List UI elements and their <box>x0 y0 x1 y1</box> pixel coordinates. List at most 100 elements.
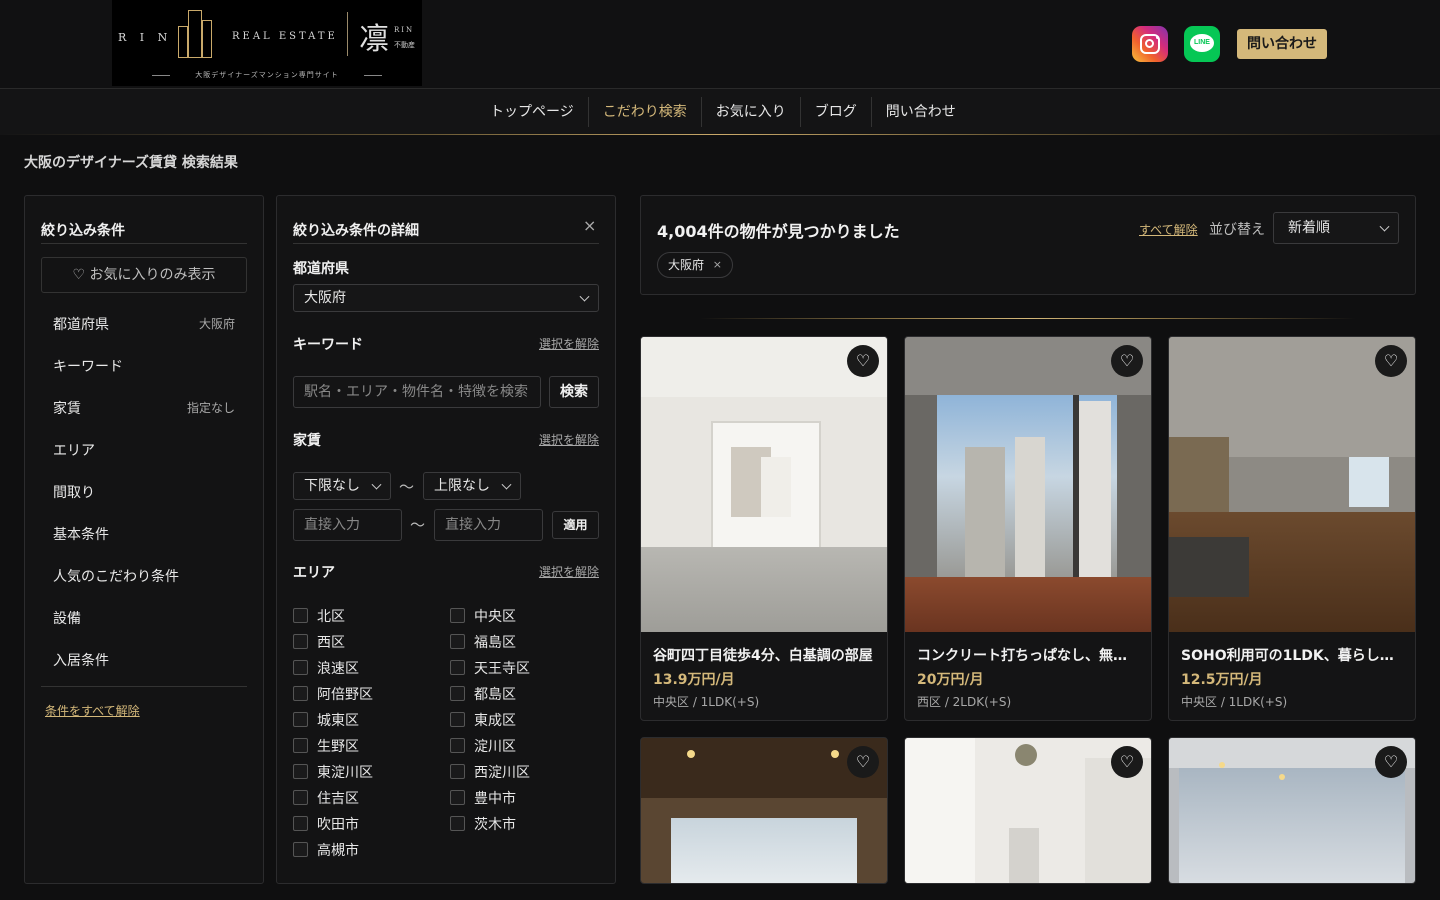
filter-row-prefecture[interactable]: 都道府県 大阪府 <box>53 314 235 336</box>
checkbox-label: 住吉区 <box>317 791 359 807</box>
page-title: 大阪のデザイナーズ賃貸 検索結果 <box>24 155 238 171</box>
nav-top[interactable]: トップページ <box>476 97 588 127</box>
nav-blog[interactable]: ブログ <box>799 97 871 127</box>
filter-row-area[interactable]: エリア <box>53 440 235 462</box>
nav-search[interactable]: こだわり検索 <box>587 97 701 127</box>
checkbox-box <box>293 660 308 675</box>
favorite-heart-icon[interactable]: ♡ <box>847 746 879 778</box>
decorative-divider <box>700 318 1356 319</box>
keyword-search-input[interactable]: 駅名・エリア・物件名・特徴を検索 <box>293 376 541 408</box>
checkbox-label: 吹田市 <box>317 817 359 833</box>
main-nav: トップページ こだわり検索 お気に入り ブログ 問い合わせ <box>0 88 1440 135</box>
checkbox-label: 福島区 <box>474 635 516 651</box>
close-icon[interactable]: × <box>583 216 596 235</box>
listing-title: SOHO利用可の1LDK、暮らし方自由 <box>1181 648 1403 664</box>
checkbox-box <box>450 608 465 623</box>
chip-label: 大阪府 <box>668 258 705 272</box>
filter-row-label: 人気のこだわり条件 <box>53 569 179 585</box>
nav-contact[interactable]: 問い合わせ <box>870 97 970 127</box>
checkbox-label: 阿倍野区 <box>317 687 373 703</box>
favorite-heart-icon[interactable]: ♡ <box>1375 746 1407 778</box>
checkbox-label: 東淀川区 <box>317 765 373 781</box>
filter-row-keyword[interactable]: キーワード <box>53 356 235 378</box>
listing-meta: 西区 / 2LDK(+S) <box>917 695 1012 709</box>
remove-chip-icon[interactable]: × <box>713 253 722 277</box>
rent-max-select[interactable]: 上限なし <box>423 472 521 500</box>
logo-kanji: 凛 <box>359 22 389 57</box>
favorite-heart-icon[interactable]: ♡ <box>1111 345 1143 377</box>
clear-all-conditions-link[interactable]: 条件をすべて解除 <box>45 702 140 719</box>
checkbox-box <box>293 764 308 779</box>
keyword-search-button[interactable]: 検索 <box>549 376 599 408</box>
checkbox-box <box>450 634 465 649</box>
prefecture-select-value: 大阪府 <box>304 290 346 306</box>
listing-card[interactable]: ♡ <box>1168 737 1416 884</box>
filter-row-rent[interactable]: 家賃 指定なし <box>53 398 235 420</box>
sort-select[interactable]: 新着順 <box>1273 212 1399 244</box>
checkbox-label: 茨木市 <box>474 817 516 833</box>
sort-label: 並び替え <box>1209 222 1265 238</box>
prefecture-label: 都道府県 <box>293 261 349 277</box>
checkbox-box <box>450 790 465 805</box>
logo-divider <box>347 12 348 56</box>
rent-max-value: 上限なし <box>434 478 490 494</box>
rent-clear-link[interactable]: 選択を解除 <box>539 431 599 448</box>
checkbox-box <box>450 712 465 727</box>
favorite-heart-icon[interactable]: ♡ <box>1111 746 1143 778</box>
checkbox-label: 中央区 <box>474 609 516 625</box>
checkbox-label: 東成区 <box>474 713 516 729</box>
divider <box>41 243 247 244</box>
checkbox-box <box>293 738 308 753</box>
filter-row-value: 指定なし <box>186 401 235 415</box>
rent-min-select[interactable]: 下限なし <box>293 472 391 500</box>
area-clear-link[interactable]: 選択を解除 <box>539 563 599 580</box>
checkbox-label: 淀川区 <box>474 739 516 755</box>
header-contact-button[interactable]: 問い合わせ <box>1237 29 1327 59</box>
chevron-down-icon <box>1379 221 1390 232</box>
listing-photo <box>905 337 1151 632</box>
listing-price: 13.9万円/月 <box>653 672 735 688</box>
listing-card[interactable]: ♡ SOHO利用可の1LDK、暮らし方自由 12.5万円/月 中央区 / 1LD… <box>1168 336 1416 721</box>
filter-row-label: 基本条件 <box>53 527 109 543</box>
filter-detail-title: 絞り込み条件の詳細 <box>293 223 419 239</box>
rent-min-input[interactable]: 直接入力 <box>293 509 402 541</box>
filter-summary-title: 絞り込み条件 <box>41 223 125 239</box>
favorite-heart-icon[interactable]: ♡ <box>847 345 879 377</box>
site-logo[interactable]: R I N REAL ESTATE 凛 RIN 不動産 大阪デザイナーズマンショ… <box>112 0 422 86</box>
listing-card[interactable]: ♡ <box>904 737 1152 884</box>
checkbox-label: 城東区 <box>317 713 359 729</box>
prefecture-select[interactable]: 大阪府 <box>293 284 599 312</box>
favorite-heart-icon[interactable]: ♡ <box>1375 345 1407 377</box>
favorites-only-button[interactable]: ♡ お気に入りのみ表示 <box>41 257 247 293</box>
listing-card[interactable]: ♡ <box>640 737 888 884</box>
checkbox-label: 豊中市 <box>474 791 516 807</box>
clear-all-link[interactable]: すべて解除 <box>1139 221 1198 238</box>
active-filter-chip[interactable]: 大阪府 × <box>657 252 734 278</box>
keyword-clear-link[interactable]: 選択を解除 <box>539 335 599 352</box>
rent-apply-button[interactable]: 適用 <box>552 511 599 539</box>
checkbox-label: 北区 <box>317 609 345 625</box>
divider <box>293 243 599 244</box>
filter-row-equipment[interactable]: 設備 <box>53 608 235 630</box>
filter-row-label: 都道府県 <box>53 317 109 333</box>
listing-card[interactable]: ♡ 谷町四丁目徒歩4分、白基調の部屋 13.9万円/月 中央区 / 1LDK(+… <box>640 336 888 721</box>
logo-tagline: 大阪デザイナーズマンション専門サイト <box>152 70 382 80</box>
filter-row-basic[interactable]: 基本条件 <box>53 524 235 546</box>
chevron-down-icon <box>501 479 512 490</box>
listing-photo <box>1169 337 1415 632</box>
checkbox-label: 天王寺区 <box>474 661 530 677</box>
nav-favorites[interactable]: お気に入り <box>700 97 800 127</box>
filter-detail-panel: 絞り込み条件の詳細 × 都道府県 大阪府 キーワード 選択を解除 駅名・エリア・… <box>276 195 616 884</box>
filter-row-popular[interactable]: 人気のこだわり条件 <box>53 566 235 588</box>
listing-price: 12.5万円/月 <box>1181 672 1263 688</box>
filter-row-move-in[interactable]: 入居条件 <box>53 650 235 672</box>
rent-max-input[interactable]: 直接入力 <box>434 509 543 541</box>
logo-fudosan: 不動産 <box>394 41 415 49</box>
filter-row-layout[interactable]: 間取り <box>53 482 235 504</box>
divider <box>41 686 247 687</box>
line-icon[interactable]: LINE <box>1184 26 1220 62</box>
filter-summary-panel: 絞り込み条件 ♡ お気に入りのみ表示 都道府県 大阪府 キーワード 家賃 指定な… <box>24 195 264 884</box>
instagram-icon[interactable] <box>1132 26 1168 62</box>
site-header: R I N REAL ESTATE 凛 RIN 不動産 大阪デザイナーズマンショ… <box>0 0 1440 88</box>
listing-card[interactable]: ♡ コンクリート打ちっぱなし、無骨な部屋 20万円/月 西区 / 2LDK(+S… <box>904 336 1152 721</box>
